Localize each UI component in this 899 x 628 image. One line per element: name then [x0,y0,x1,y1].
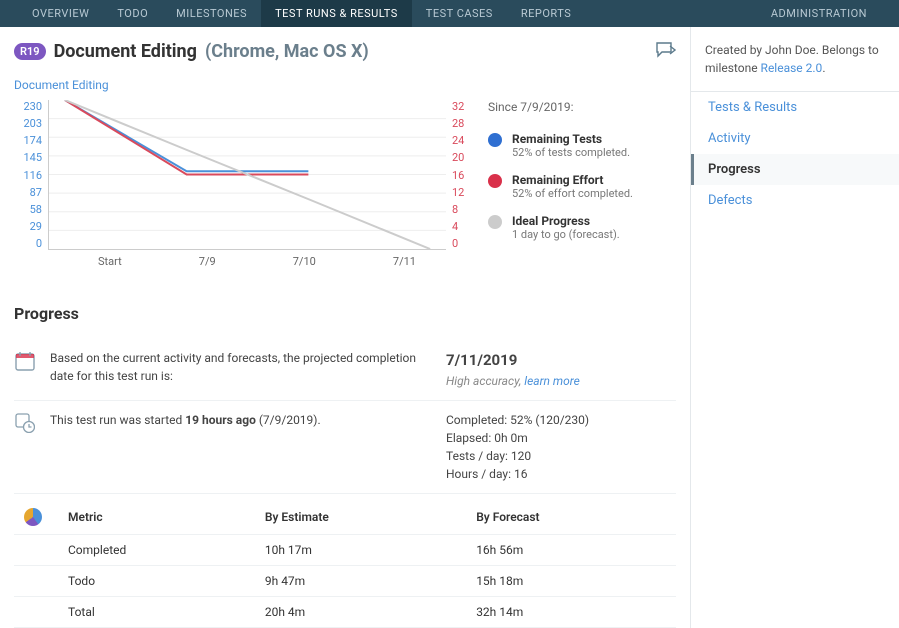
table-row: Todo9h 47m15h 18m [14,565,676,596]
comment-icon[interactable] [656,42,676,62]
chart-legend: Since 7/9/2019: Remaining Tests52% of te… [488,100,676,278]
legend-remaining-effort: Remaining Effort52% of effort completed. [488,173,676,200]
nav-test-cases[interactable]: TEST CASES [412,0,507,27]
nav-reports[interactable]: REPORTS [507,0,585,27]
side-meta: Created by John Doe. Belongs to mileston… [691,27,899,92]
main-content: R19 Document Editing (Chrome, Mac OS X) … [0,27,691,628]
page-title: Document Editing [54,41,197,62]
nav-todo[interactable]: TODO [103,0,162,27]
progress-heading: Progress [14,304,676,323]
dot-icon [488,215,502,229]
accuracy-text: High accuracy, [446,374,524,388]
run-stats: Completed: 52% (120/230) Elapsed: 0h 0m … [446,411,676,483]
nav-overview[interactable]: OVERVIEW [18,0,103,27]
side-tab-activity[interactable]: Activity [691,123,899,154]
side-tab-tests-results[interactable]: Tests & Results [691,92,899,123]
calendar-icon [14,349,36,390]
col-estimate: By Estimate [255,500,466,535]
legend-remaining-tests: Remaining Tests52% of tests completed. [488,132,676,159]
burndown-chart: 2302031741451168758290 322824201612840 S… [14,100,474,278]
col-metric: Metric [58,500,255,535]
top-nav: OVERVIEW TODO MILESTONES TEST RUNS & RES… [0,0,899,27]
forecast-text: Based on the current activity and foreca… [50,349,432,390]
breadcrumb[interactable]: Document Editing [14,78,676,92]
started-text: This test run was started 19 hours ago (… [50,411,432,483]
milestone-link[interactable]: Release 2.0 [761,61,823,75]
legend-ideal-progress: Ideal Progress1 day to go (forecast). [488,214,676,241]
forecast-row: Based on the current activity and foreca… [14,339,676,401]
y-axis-left: 2302031741451168758290 [14,100,42,250]
side-tab-progress[interactable]: Progress [691,154,899,185]
pie-chart-icon [24,508,42,526]
dot-icon [488,133,502,147]
clock-icon [14,411,36,483]
x-axis: Start 7/9 7/10 7/11 [48,255,446,268]
nav-administration[interactable]: ADMINISTRATION [757,0,881,27]
started-row: This test run was started 19 hours ago (… [14,401,676,494]
col-forecast: By Forecast [466,500,676,535]
page-title-suffix: (Chrome, Mac OS X) [205,41,369,62]
side-tab-defects[interactable]: Defects [691,185,899,216]
table-row: Total20h 4m32h 14m [14,596,676,627]
nav-test-runs[interactable]: TEST RUNS & RESULTS [261,0,412,27]
legend-since: Since 7/9/2019: [488,100,676,114]
run-badge: R19 [14,43,46,60]
metrics-table: Metric By Estimate By Forecast Completed… [14,500,676,628]
forecast-date: 7/11/2019 [446,349,676,372]
learn-more-link[interactable]: learn more [524,374,580,388]
side-tabs: Tests & Results Activity Progress Defect… [691,92,899,216]
y-axis-right: 322824201612840 [452,100,474,250]
sidebar: Created by John Doe. Belongs to mileston… [691,27,899,628]
table-row: Completed10h 17m16h 56m [14,534,676,565]
dot-icon [488,174,502,188]
nav-milestones[interactable]: MILESTONES [162,0,261,27]
